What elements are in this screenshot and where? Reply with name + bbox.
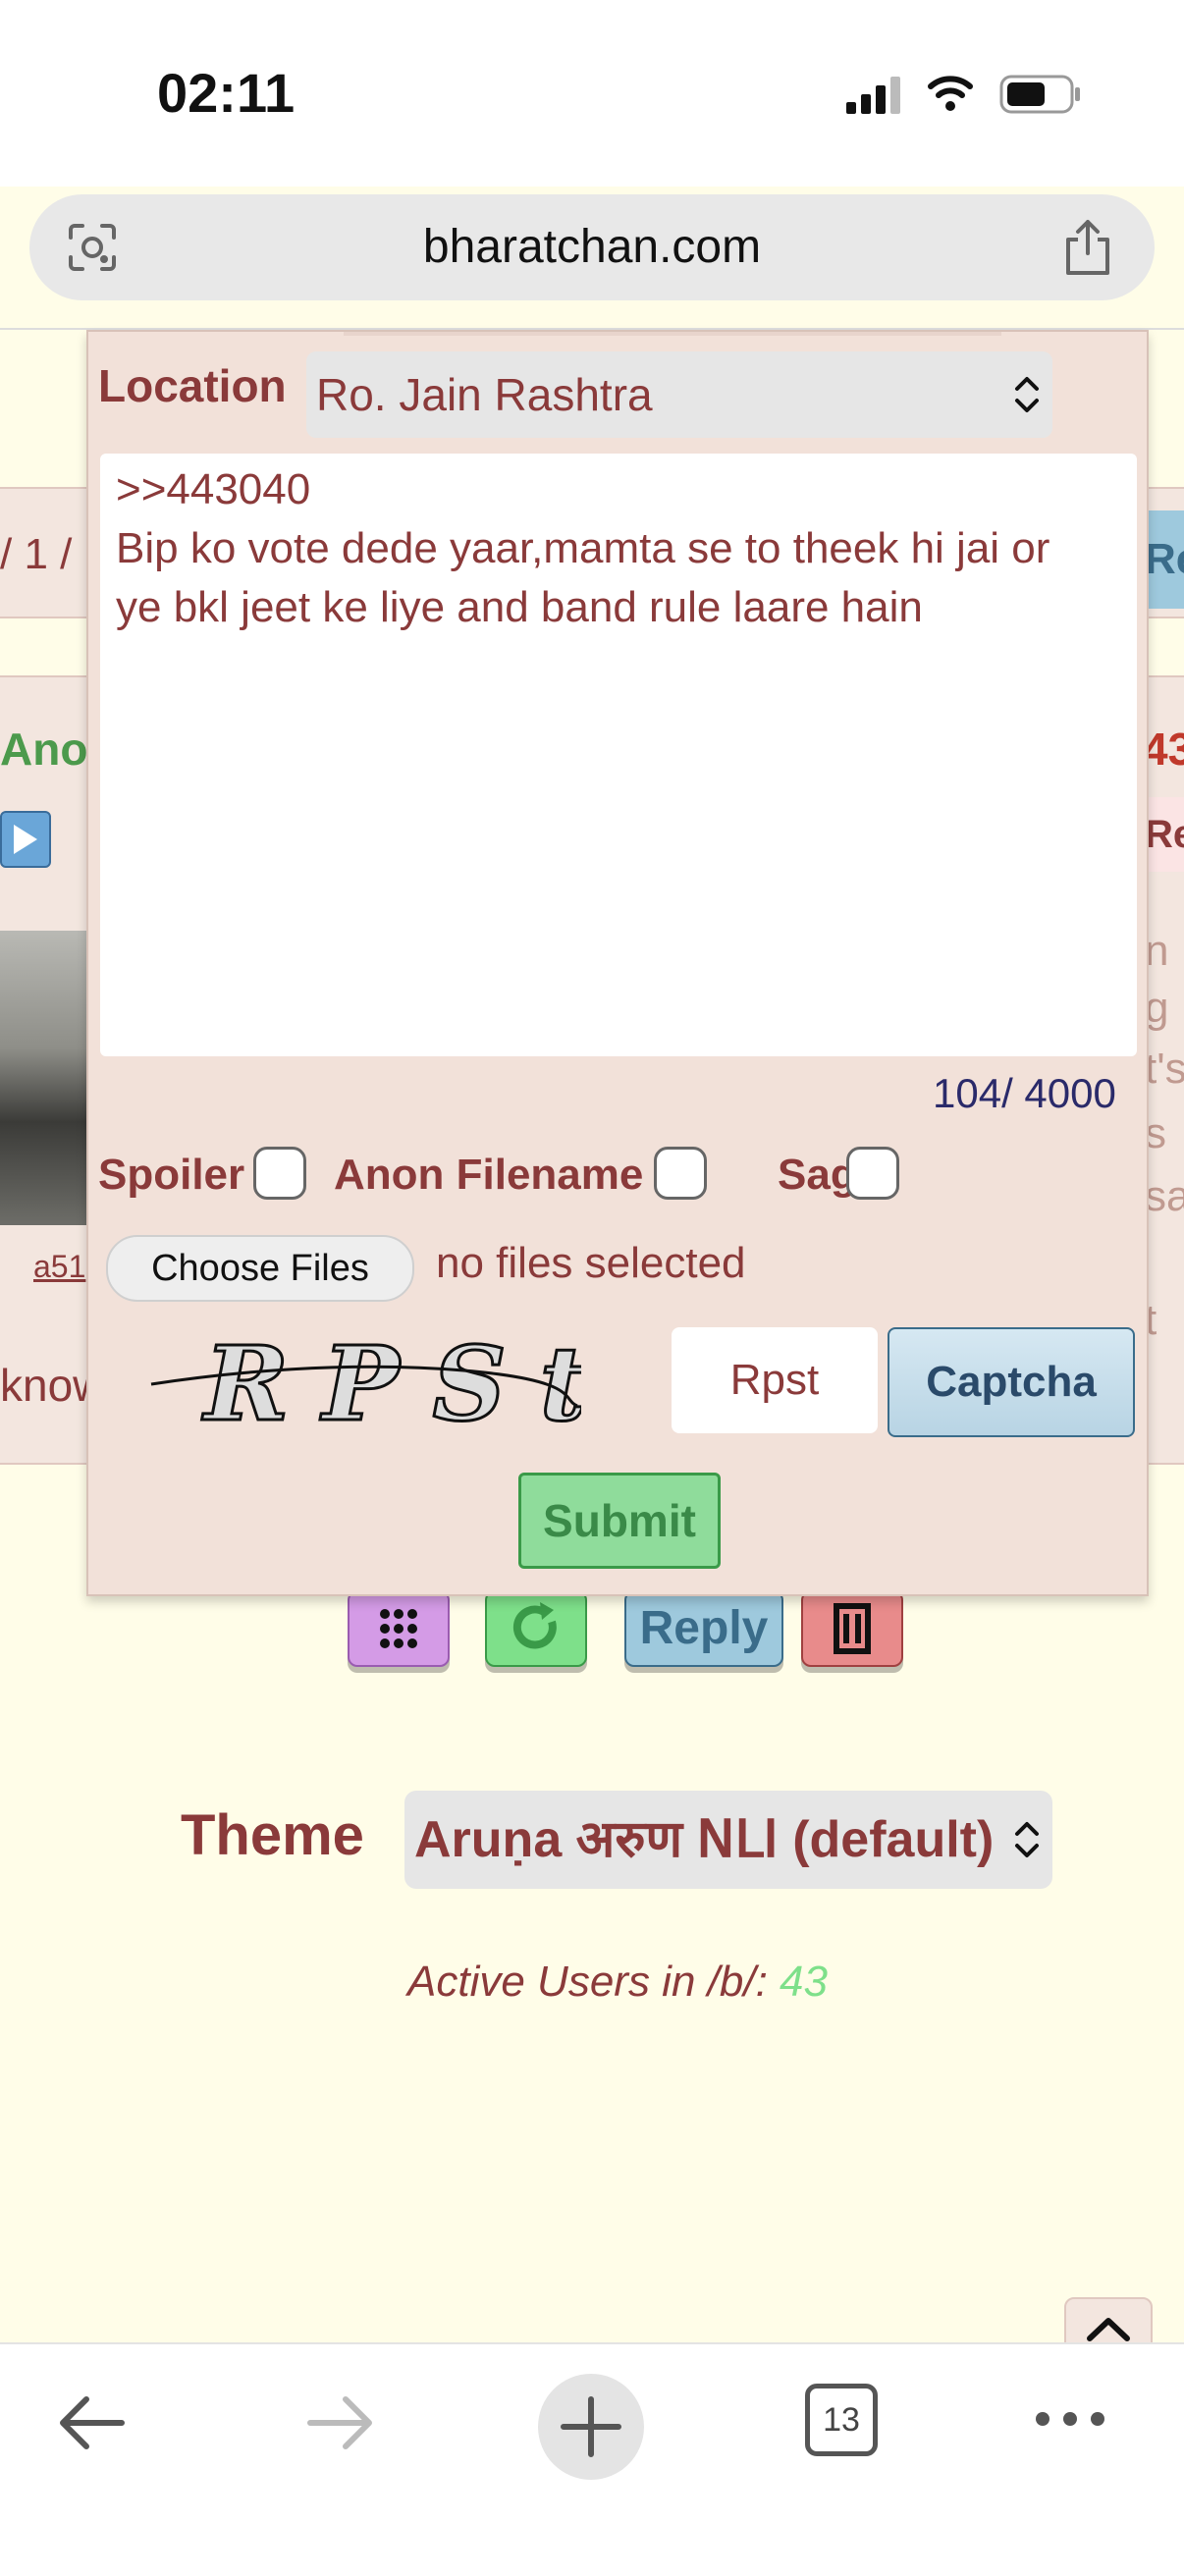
captcha-image: RPSt (150, 1322, 581, 1439)
file-link-fragment[interactable]: a51 (33, 1249, 85, 1285)
pager-fragment[interactable]: / 1 / (0, 530, 72, 579)
select-chevron-icon (1015, 377, 1039, 412)
post-thumbnail-image[interactable] (0, 931, 86, 1225)
captcha-text: RPSt (201, 1323, 581, 1439)
share-icon[interactable] (1060, 218, 1115, 277)
message-line: Bip ko vote dede yaar,mamta se to theek … (116, 524, 1050, 572)
chevron-up-icon (1087, 2318, 1130, 2341)
select-chevron-icon (1015, 1822, 1039, 1857)
message-line: ye bkl jeet ke liye and band rule laare … (116, 583, 923, 631)
cellular-signal-icon (846, 77, 900, 114)
play-icon[interactable] (0, 811, 51, 868)
location-select-value: Ro. Jain Rashtra (316, 369, 653, 420)
forward-arrow-icon[interactable] (300, 2384, 379, 2462)
anon-filename-label: Anon Filename (334, 1151, 644, 1199)
plus-icon (561, 2396, 621, 2457)
tabs-count-button[interactable]: 13 (805, 2384, 878, 2456)
grid-icon (380, 1609, 417, 1648)
active-users-count: 43 (780, 1958, 828, 2006)
theme-label: Theme (181, 1803, 364, 1867)
file-status-text: no files selected (436, 1239, 746, 1287)
location-label: Location (98, 360, 287, 411)
message-textarea[interactable]: >>443040 Bip ko vote dede yaar,mamta se … (100, 454, 1137, 1056)
side-text-fragment: t's (1145, 1045, 1184, 1093)
anon-filename-checkbox[interactable] (654, 1147, 707, 1200)
char-counter: 104/ 4000 (933, 1070, 1116, 1116)
catalog-button[interactable] (348, 1590, 450, 1667)
refresh-icon (512, 1602, 557, 1649)
reply-form: Location Ro. Jain Rashtra >>443040 Bip k… (86, 330, 1149, 1596)
new-tab-button[interactable] (538, 2374, 644, 2480)
spoiler-label: Spoiler (98, 1151, 245, 1199)
status-bar: 02:11 (0, 0, 1184, 187)
message-line: >>443040 (116, 465, 311, 513)
refresh-button[interactable] (485, 1590, 587, 1667)
submit-button[interactable]: Submit (518, 1473, 721, 1569)
active-users-text: Active Users in /b/: 43 (0, 1958, 1184, 2007)
trash-icon (834, 1603, 871, 1654)
status-time: 02:11 (157, 62, 296, 124)
side-text-fragment: sa (1145, 1172, 1184, 1220)
form-top-strip (344, 332, 1001, 336)
captcha-input[interactable]: Rpst (672, 1327, 878, 1433)
back-arrow-icon[interactable] (53, 2384, 132, 2462)
choose-files-button[interactable]: Choose Files (106, 1235, 414, 1302)
sage-checkbox[interactable] (846, 1147, 899, 1200)
post-number-fragment[interactable]: 43 (1143, 723, 1184, 776)
location-select[interactable]: Ro. Jain Rashtra (306, 351, 1052, 438)
reply-button[interactable]: Reply (624, 1590, 783, 1667)
delete-button[interactable] (801, 1590, 903, 1667)
captcha-refresh-button[interactable]: Captcha (888, 1327, 1135, 1437)
battery-icon (999, 75, 1080, 114)
theme-select-value: Aruṇa अरुण ꓠꓡꓲ (default) (414, 1811, 995, 1868)
address-bar[interactable]: bharatchan.com (29, 194, 1155, 300)
spoiler-checkbox[interactable] (253, 1147, 306, 1200)
wifi-icon (928, 76, 973, 111)
browser-toolbar: 13 (0, 2342, 1184, 2576)
theme-select[interactable]: Aruṇa अरुण ꓠꓡꓲ (default) (404, 1791, 1052, 1889)
more-options-icon[interactable] (1031, 2407, 1109, 2431)
url-text[interactable]: bharatchan.com (29, 194, 1155, 300)
active-users-label: Active Users in /b/: (407, 1958, 780, 2006)
